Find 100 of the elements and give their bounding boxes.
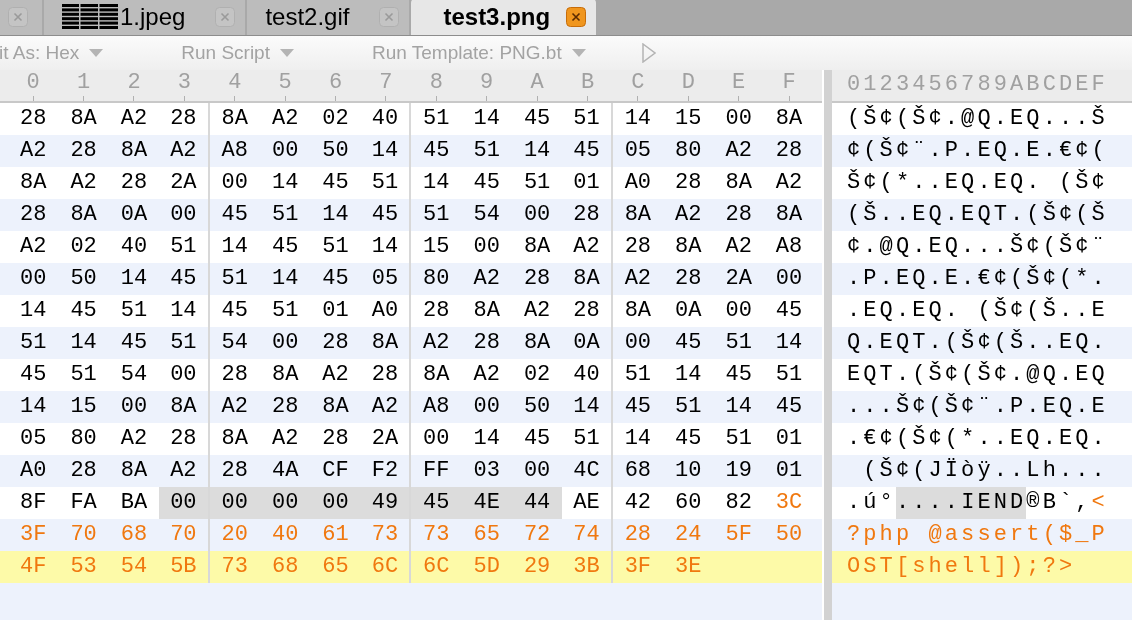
hex-byte[interactable]: A2	[259, 423, 311, 455]
hex-byte[interactable]: 49	[360, 487, 412, 519]
hex-byte[interactable]: 05	[612, 135, 664, 167]
hex-byte[interactable]: 02	[511, 359, 563, 391]
hex-byte[interactable]: 51	[259, 199, 311, 231]
hex-byte[interactable]: 28	[108, 167, 160, 199]
hex-byte[interactable]: 4A	[259, 455, 311, 487]
hex-byte[interactable]: 51	[209, 263, 260, 295]
hex-byte[interactable]: A2	[763, 167, 815, 199]
hex-byte[interactable]: A2	[108, 103, 160, 135]
hex-byte[interactable]: 51	[58, 359, 109, 391]
hex-byte[interactable]: 28	[310, 423, 361, 455]
hex-byte[interactable]: A2	[108, 423, 160, 455]
hex-byte[interactable]: A2	[713, 231, 764, 263]
hex-byte[interactable]: 82	[713, 487, 764, 519]
hex-byte[interactable]: 14	[411, 167, 462, 199]
hex-byte[interactable]: 50	[58, 263, 109, 295]
hex-byte[interactable]: 14	[763, 327, 815, 359]
hex-byte[interactable]: A2	[612, 263, 664, 295]
hex-byte[interactable]: 00	[259, 327, 311, 359]
play-icon[interactable]	[641, 43, 656, 63]
tab[interactable]: test3.png	[411, 0, 597, 35]
hex-byte[interactable]: 45	[310, 263, 361, 295]
hex-byte[interactable]: 28	[461, 327, 512, 359]
hex-byte[interactable]: 28	[58, 455, 109, 487]
hex-byte[interactable]: 51	[763, 359, 815, 391]
hex-byte[interactable]: 14	[310, 199, 361, 231]
hex-byte[interactable]: 45	[612, 391, 664, 423]
hex-byte[interactable]: 14	[461, 103, 512, 135]
hex-byte[interactable]: 14	[612, 423, 664, 455]
hex-byte[interactable]: A0	[8, 455, 59, 487]
hex-byte[interactable]: 40	[108, 231, 160, 263]
hex-byte[interactable]: 8A	[108, 135, 160, 167]
hex-byte[interactable]: 00	[713, 295, 764, 327]
hex-byte[interactable]: 8A	[511, 327, 563, 359]
hex-byte[interactable]: 14	[108, 263, 160, 295]
hex-byte[interactable]: 8A	[461, 295, 512, 327]
hex-byte[interactable]: 28	[8, 103, 59, 135]
hex-byte[interactable]: 00	[209, 167, 260, 199]
hex-byte[interactable]: 28	[411, 295, 462, 327]
hex-byte[interactable]: A2	[8, 231, 59, 263]
hex-byte[interactable]: 02	[58, 231, 109, 263]
hex-byte[interactable]: 4E	[461, 487, 512, 519]
hex-byte[interactable]: 80	[411, 263, 462, 295]
hex-byte[interactable]: 01	[763, 423, 815, 455]
hex-byte[interactable]: A2	[411, 327, 462, 359]
tab[interactable]: test2.gif	[247, 0, 410, 35]
hex-byte[interactable]: 45	[310, 167, 361, 199]
hex-byte[interactable]: 8A	[663, 231, 714, 263]
hex-byte[interactable]: CF	[310, 455, 361, 487]
hex-byte[interactable]: 51	[713, 327, 764, 359]
hex-byte[interactable]: 51	[511, 167, 563, 199]
hex-byte[interactable]: 01	[310, 295, 361, 327]
hex-byte[interactable]: FF	[411, 455, 462, 487]
hex-byte[interactable]: 14	[8, 295, 59, 327]
hex-byte[interactable]: 45	[663, 423, 714, 455]
hex-byte[interactable]: 51	[8, 327, 59, 359]
hex-byte[interactable]: 14	[511, 135, 563, 167]
hex-byte[interactable]: 00	[511, 199, 563, 231]
hex-byte[interactable]: 00	[461, 231, 512, 263]
hex-byte[interactable]: 68	[612, 455, 664, 487]
hex-byte[interactable]: 15	[58, 391, 109, 423]
hex-byte[interactable]: 28	[209, 455, 260, 487]
hex-byte[interactable]: 00	[108, 391, 160, 423]
hex-byte[interactable]: 2A	[713, 263, 764, 295]
hex-byte[interactable]: 54	[108, 359, 160, 391]
hex-byte[interactable]: 8A	[8, 167, 59, 199]
hex-byte[interactable]: 28	[310, 327, 361, 359]
hex-byte[interactable]: 42	[612, 487, 664, 519]
hex-byte[interactable]: A2	[310, 359, 361, 391]
hex-byte[interactable]: 80	[663, 135, 714, 167]
hex-byte[interactable]: 05	[8, 423, 59, 455]
hex-byte[interactable]: A2	[209, 391, 260, 423]
hex-byte[interactable]: 8A	[713, 167, 764, 199]
hex-byte[interactable]: 51	[713, 423, 764, 455]
tab[interactable]: 1.jpeg	[44, 0, 246, 35]
hex-byte[interactable]: 45	[58, 295, 109, 327]
hex-byte[interactable]: 45	[663, 327, 714, 359]
hex-byte[interactable]: A8	[763, 231, 815, 263]
hex-byte[interactable]: 8A	[108, 455, 160, 487]
hex-byte[interactable]: 14	[259, 167, 311, 199]
hex-byte[interactable]: A8	[209, 135, 260, 167]
hex-byte[interactable]: 45	[511, 103, 563, 135]
hex-byte[interactable]: A8	[411, 391, 462, 423]
hex-byte[interactable]: 51	[310, 231, 361, 263]
hex-byte[interactable]: 45	[511, 423, 563, 455]
hex-byte[interactable]: 8F	[8, 487, 59, 519]
hex-byte[interactable]: 8A	[259, 359, 311, 391]
hex-byte[interactable]: 45	[259, 231, 311, 263]
hex-byte[interactable]: 45	[108, 327, 160, 359]
hex-byte[interactable]: 51	[461, 135, 512, 167]
hex-byte[interactable]: 00	[461, 391, 512, 423]
hex-byte[interactable]: 00	[310, 487, 361, 519]
hex-byte[interactable]: 28	[58, 135, 109, 167]
hex-byte[interactable]: 45	[8, 359, 59, 391]
hex-byte[interactable]: 00	[511, 455, 563, 487]
hex-byte[interactable]: 00	[259, 135, 311, 167]
hex-byte[interactable]: 8A	[612, 295, 664, 327]
hex-byte[interactable]: 28	[209, 359, 260, 391]
hex-byte[interactable]: 28	[663, 167, 714, 199]
